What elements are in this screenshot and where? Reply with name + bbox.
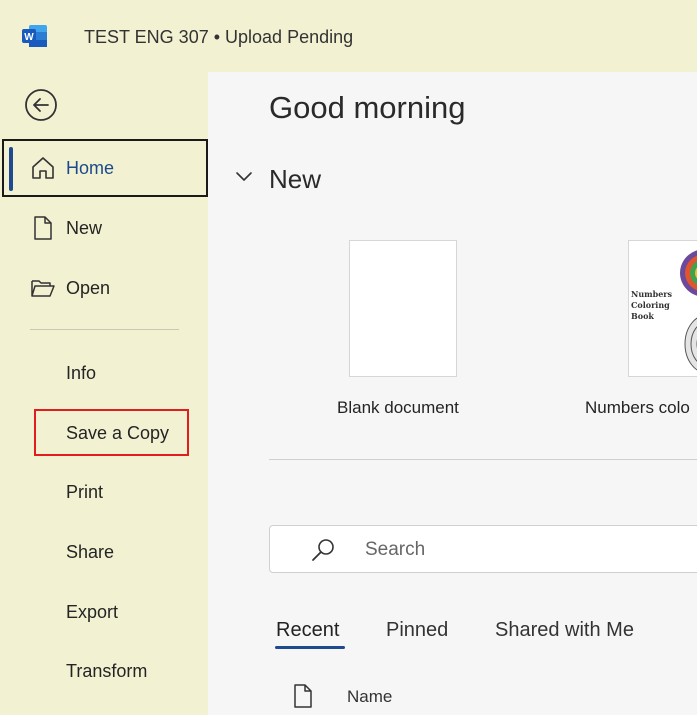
chevron-down-icon[interactable]	[235, 170, 253, 184]
tab-recent[interactable]: Recent	[276, 619, 339, 642]
file-icon	[294, 684, 312, 708]
sidebar-item-home[interactable]: Home	[2, 139, 208, 197]
word-logo-letter: W	[24, 32, 34, 43]
tab-shared-with-me[interactable]: Shared with Me	[495, 619, 634, 642]
sidebar-item-print[interactable]: Print	[66, 482, 103, 503]
selection-indicator	[9, 147, 13, 191]
tab-pinned[interactable]: Pinned	[386, 619, 448, 642]
home-icon	[32, 157, 54, 179]
blank-document-template[interactable]	[349, 240, 457, 377]
page-title: Good morning	[269, 90, 466, 125]
numbers-coloring-template[interactable]: Numbers Coloring Book	[628, 240, 697, 377]
back-arrow-icon[interactable]	[24, 88, 58, 122]
main-panel: Good morning New Blank document Numbers …	[208, 72, 697, 715]
sidebar-item-export[interactable]: Export	[66, 602, 118, 623]
active-tab-indicator	[275, 646, 345, 649]
sidebar-item-save-a-copy[interactable]: Save a Copy	[66, 423, 169, 444]
folder-open-icon	[31, 280, 55, 297]
sidebar-item-label: Open	[66, 278, 111, 298]
sidebar-item-label: New	[66, 218, 103, 238]
search-placeholder: Search	[365, 539, 426, 560]
word-logo-icon: W	[22, 25, 47, 47]
sidebar-item-open[interactable]: Open	[2, 259, 208, 317]
thumbnail-line: Coloring	[631, 300, 670, 310]
column-header-name[interactable]: Name	[347, 687, 392, 707]
thumbnail-line: Book	[631, 311, 654, 321]
thumbnail-title: Numbers Coloring Book	[631, 289, 672, 322]
sidebar-item-new[interactable]: New	[2, 199, 208, 257]
template-label[interactable]: Blank document	[337, 398, 459, 418]
thumbnail-line: Numbers	[631, 289, 672, 299]
sidebar-item-info[interactable]: Info	[66, 363, 96, 384]
search-icon	[312, 539, 334, 561]
document-title: TEST ENG 307 • Upload Pending	[84, 27, 354, 47]
search-input[interactable]: Search	[269, 525, 697, 573]
new-section-heading: New	[269, 164, 322, 194]
title-bar: W TEST ENG 307 • Upload Pending	[0, 0, 697, 72]
sidebar-item-transform[interactable]: Transform	[66, 661, 147, 682]
new-document-icon	[34, 216, 52, 240]
sidebar-item-label: Home	[66, 158, 115, 178]
section-divider	[269, 459, 697, 460]
template-label[interactable]: Numbers colo	[585, 398, 690, 418]
sidebar-item-share[interactable]: Share	[66, 542, 114, 563]
sidebar: Home New Open Info Save a Copy Print Sha…	[0, 72, 208, 715]
sidebar-divider	[30, 329, 179, 330]
